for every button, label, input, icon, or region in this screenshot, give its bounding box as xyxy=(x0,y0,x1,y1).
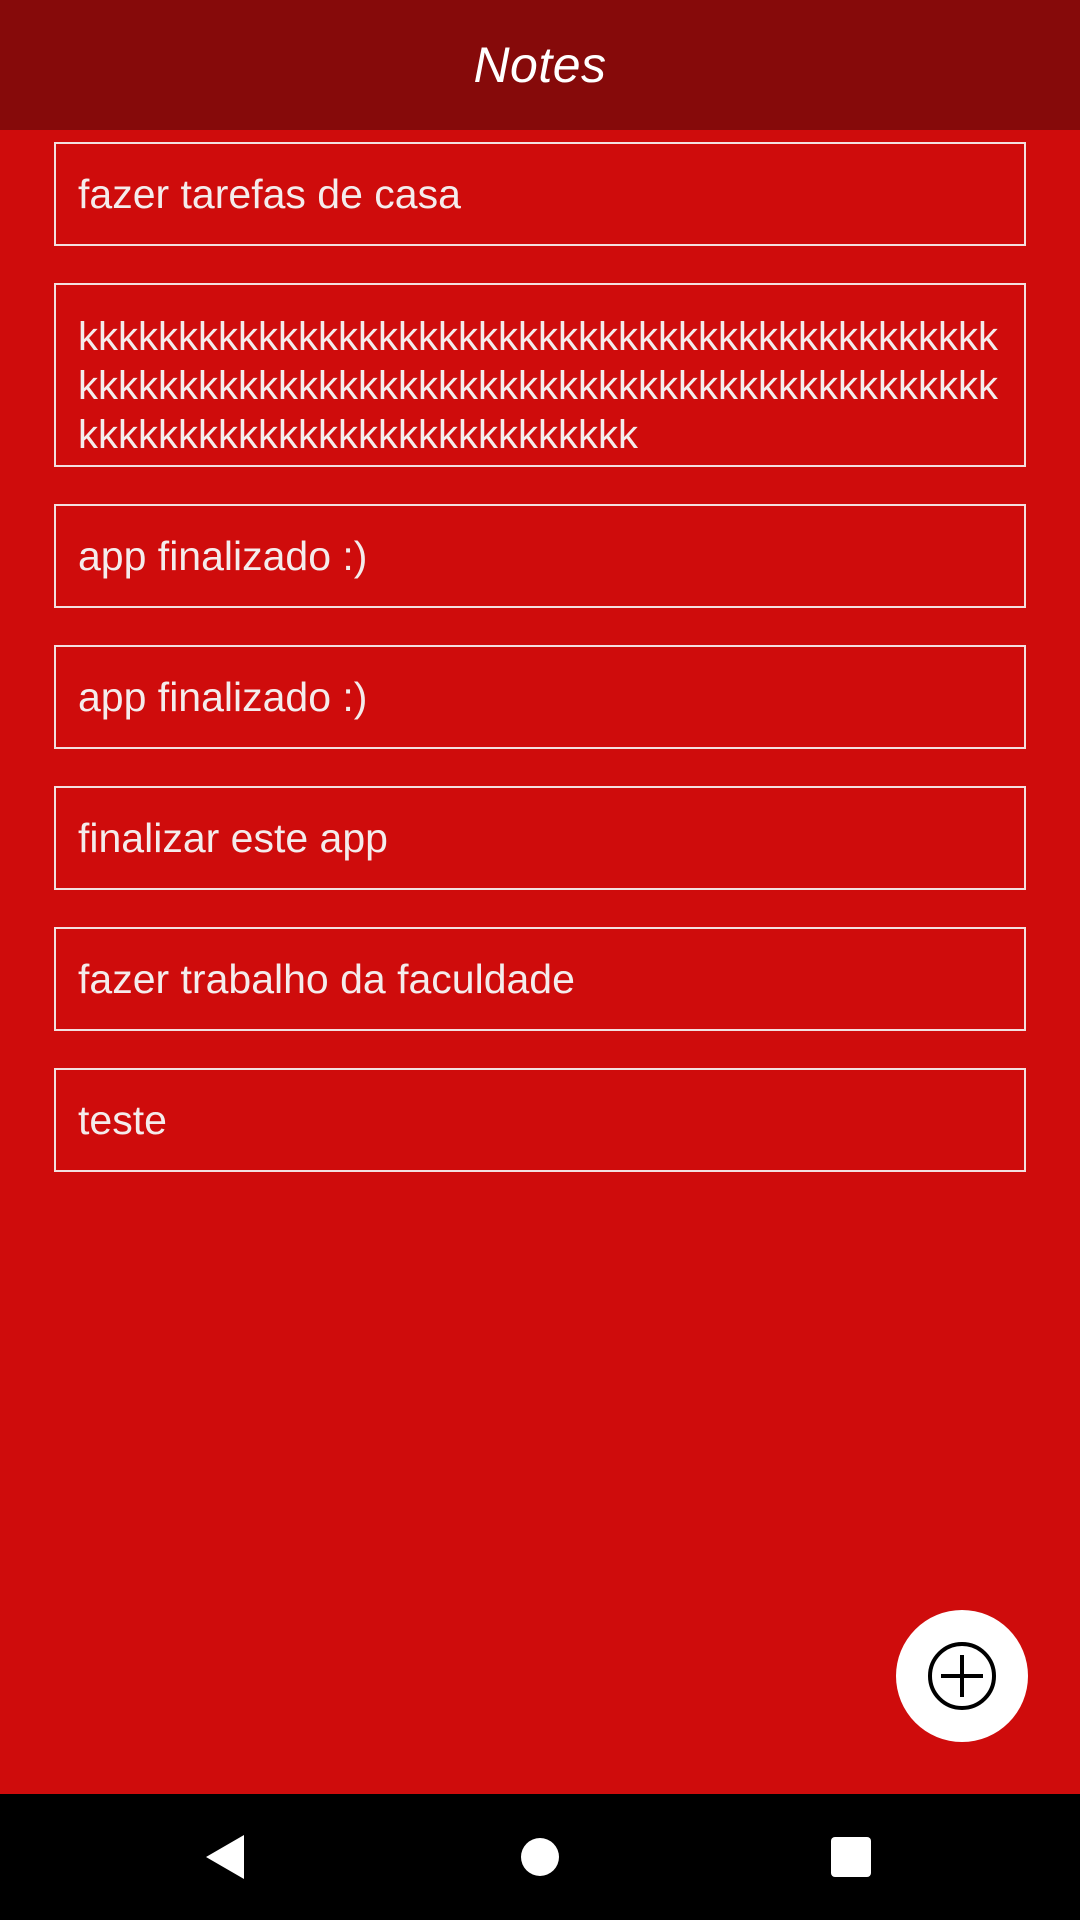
note-text: fazer tarefas de casa xyxy=(78,170,461,217)
note-text: app finalizado :) xyxy=(78,673,368,720)
notes-list: fazer tarefas de casa kkkkkkkkkkkkkkkkkk… xyxy=(54,142,1026,1209)
note-item[interactable]: fazer trabalho da faculdade xyxy=(54,927,1026,1031)
note-item[interactable]: app finalizado :) xyxy=(54,504,1026,608)
note-text: fazer trabalho da faculdade xyxy=(78,955,575,1002)
note-text: app finalizado :) xyxy=(78,532,368,579)
note-item[interactable]: finalizar este app xyxy=(54,786,1026,890)
notes-screen: Notes fazer tarefas de casa kkkkkkkkkkkk… xyxy=(0,0,1080,1920)
note-item[interactable]: app finalizado :) xyxy=(54,645,1026,749)
note-text: finalizar este app xyxy=(78,814,388,861)
home-button[interactable] xyxy=(480,1794,600,1920)
note-item[interactable]: kkkkkkkkkkkkkkkkkkkkkkkkkkkkkkkkkkkkkkkk… xyxy=(54,283,1026,467)
note-text: kkkkkkkkkkkkkkkkkkkkkkkkkkkkkkkkkkkkkkkk… xyxy=(78,315,998,457)
add-circle-icon xyxy=(928,1642,996,1710)
note-item[interactable]: fazer tarefas de casa xyxy=(54,142,1026,246)
system-navigation-bar xyxy=(0,1794,1080,1920)
recents-button[interactable] xyxy=(791,1794,911,1920)
add-note-button[interactable] xyxy=(896,1610,1028,1742)
back-triangle-icon xyxy=(206,1835,244,1879)
note-text: teste xyxy=(78,1096,167,1143)
back-button[interactable] xyxy=(166,1794,286,1920)
app-bar: Notes xyxy=(0,0,1080,130)
page-title: Notes xyxy=(473,37,607,93)
note-item[interactable]: teste xyxy=(54,1068,1026,1172)
recents-square-icon xyxy=(831,1837,871,1877)
home-circle-icon xyxy=(521,1838,559,1876)
